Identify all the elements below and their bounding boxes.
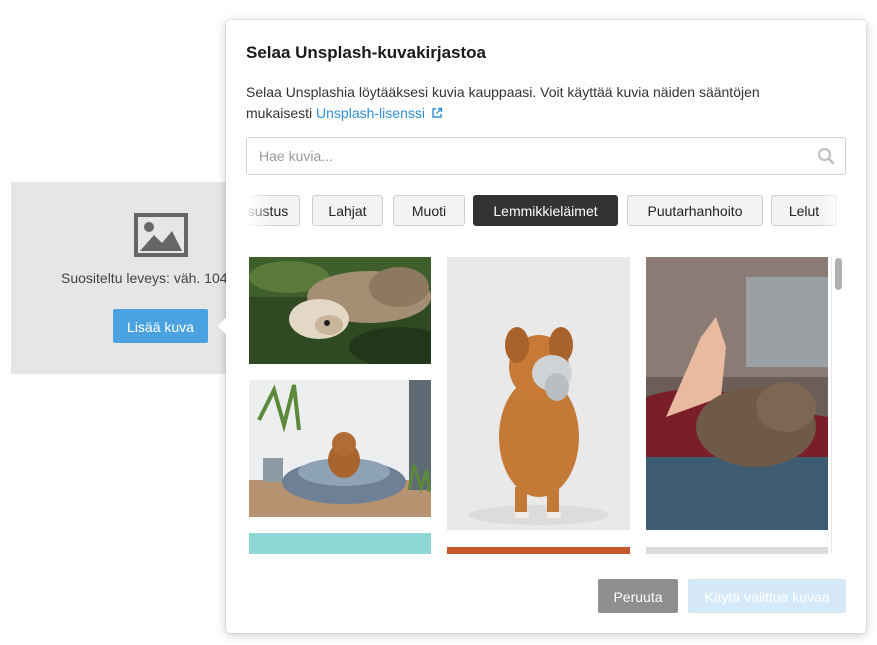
modal-title: Selaa Unsplash-kuvakirjastoa bbox=[246, 43, 487, 62]
photo-partial-teal[interactable] bbox=[249, 533, 431, 554]
photo-high-five-cat[interactable] bbox=[646, 257, 828, 530]
photo-partial-orange[interactable] bbox=[447, 547, 630, 554]
category-chip-fashion[interactable]: Muoti bbox=[393, 195, 465, 226]
image-upload-placeholder: Suositeltu leveys: väh. 104 Lisää kuva bbox=[11, 182, 236, 374]
add-image-button[interactable]: Lisää kuva bbox=[113, 309, 208, 343]
search-box bbox=[246, 137, 846, 175]
photo-dog-in-bed[interactable] bbox=[249, 380, 431, 517]
scrollbar-thumb[interactable] bbox=[835, 258, 842, 290]
use-selected-image-button[interactable]: Käytä valittua kuvaa bbox=[688, 579, 846, 613]
unsplash-license-link[interactable]: Unsplash-lisenssi bbox=[316, 105, 443, 121]
photo-partial-grey[interactable] bbox=[646, 547, 828, 554]
modal-description: Selaa Unsplashia löytääksesi kuvia kaupp… bbox=[246, 82, 806, 124]
category-chips: sustus Lahjat Muoti Lemmikkieläimet Puut… bbox=[246, 195, 846, 228]
category-chip-pets[interactable]: Lemmikkieläimet bbox=[473, 195, 618, 226]
external-link-icon bbox=[432, 107, 443, 118]
search-icon[interactable] bbox=[817, 147, 835, 165]
photo-dog-with-toy[interactable] bbox=[447, 257, 630, 530]
cancel-button[interactable]: Peruuta bbox=[598, 579, 678, 613]
chips-fade-right bbox=[820, 195, 846, 228]
category-chip-gifts[interactable]: Lahjat bbox=[312, 195, 383, 226]
photo-cat-and-dog[interactable] bbox=[249, 257, 431, 364]
license-link-label: Unsplash-lisenssi bbox=[316, 105, 425, 121]
category-chip-gardening[interactable]: Puutarhanhoito bbox=[627, 195, 763, 226]
chips-fade-left bbox=[246, 195, 272, 228]
image-icon bbox=[134, 213, 188, 257]
photo-grid-scrollbar[interactable] bbox=[831, 255, 846, 553]
photo-grid bbox=[246, 256, 846, 554]
recommended-width-hint: Suositeltu leveys: väh. 104 bbox=[61, 270, 228, 286]
search-input[interactable] bbox=[247, 138, 831, 174]
unsplash-browser-modal: Selaa Unsplash-kuvakirjastoa Selaa Unspl… bbox=[217, 20, 866, 633]
